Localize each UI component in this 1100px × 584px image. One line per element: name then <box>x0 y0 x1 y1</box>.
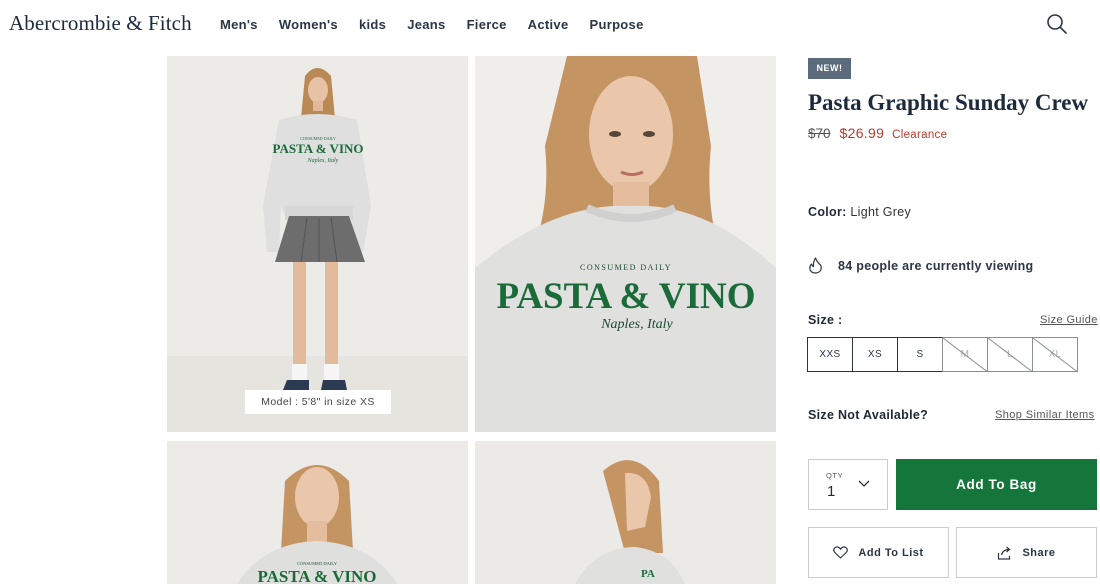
share-icon <box>998 546 1011 560</box>
print-small-text: CONSUMED DAILY <box>580 263 672 272</box>
print-script-text: Naples, Italy <box>600 317 673 332</box>
svg-text:CONSUMED DAILY: CONSUMED DAILY <box>297 561 338 566</box>
product-image-full-body[interactable]: CONSUMED DAILY PASTA & VINO Naples, Ital… <box>167 56 468 432</box>
nav-item-fierce[interactable]: Fierce <box>467 17 507 32</box>
nav-item-womens[interactable]: Women's <box>279 17 338 32</box>
svg-text:PASTA & VINO: PASTA & VINO <box>257 567 376 584</box>
nav-item-mens[interactable]: Men's <box>220 17 258 32</box>
size-option-l[interactable]: L <box>987 337 1033 372</box>
nav-item-jeans[interactable]: Jeans <box>407 17 445 32</box>
color-value: Light Grey <box>850 205 912 219</box>
main-nav: Men's Women's kids Jeans Fierce Active P… <box>220 17 665 32</box>
product-image-closeup[interactable]: CONSUMED DAILY PASTA & VINO Naples, Ital… <box>475 56 776 432</box>
share-button[interactable]: Share <box>956 527 1097 578</box>
add-to-bag-button[interactable]: Add To Bag <box>896 459 1097 510</box>
viewing-count-text: 84 people are currently viewing <box>838 258 1034 273</box>
product-title: Pasta Graphic Sunday Crew <box>808 90 1089 115</box>
size-selector: XXS XS S M L XL <box>807 337 1078 372</box>
size-option-xxs[interactable]: XXS <box>807 337 853 372</box>
nav-item-active[interactable]: Active <box>528 17 569 32</box>
quantity-select[interactable]: QTY 1 <box>808 459 888 510</box>
nav-item-purpose[interactable]: Purpose <box>590 17 644 32</box>
product-gallery: CONSUMED DAILY PASTA & VINO Naples, Ital… <box>167 56 776 584</box>
size-guide-link[interactable]: Size Guide <box>1040 314 1098 326</box>
shop-similar-link[interactable]: Shop Similar Items <box>995 409 1095 421</box>
viewing-indicator: 84 people are currently viewing <box>808 257 1033 274</box>
product-image-front[interactable]: CONSUMED DAILY PASTA & VINO <box>167 441 468 584</box>
size-option-s[interactable]: S <box>897 337 943 372</box>
share-label: Share <box>1022 546 1056 559</box>
quantity-value: 1 <box>827 483 836 500</box>
color-row: Color: Light Grey <box>808 205 911 219</box>
chevron-down-icon <box>858 480 870 487</box>
color-label: Color: <box>808 205 847 219</box>
size-option-m[interactable]: M <box>942 337 988 372</box>
search-icon[interactable] <box>1045 12 1069 36</box>
heart-icon <box>833 546 849 559</box>
quantity-label: QTY <box>826 471 844 480</box>
new-badge: NEW! <box>808 58 851 79</box>
size-option-xs[interactable]: XS <box>852 337 898 372</box>
svg-text:PA: PA <box>641 568 655 580</box>
brand-logo[interactable]: Abercrombie & Fitch <box>9 11 192 36</box>
flame-icon <box>809 257 822 274</box>
print-big-text: PASTA & VINO <box>496 276 755 317</box>
add-to-list-label: Add To List <box>858 546 924 559</box>
product-image-side[interactable]: PA <box>475 441 776 584</box>
add-to-list-button[interactable]: Add To List <box>808 527 949 578</box>
model-size-caption: Model : 5'8" in size XS <box>245 390 391 414</box>
nav-item-kids[interactable]: kids <box>359 17 386 32</box>
clearance-tag: Clearance <box>892 129 948 141</box>
size-label: Size : <box>808 313 843 327</box>
price-row: $70 $26.99 Clearance <box>808 125 947 141</box>
svg-text:Naples, Italy: Naples, Italy <box>307 158 339 164</box>
print-text: PASTA & VINO <box>272 141 363 156</box>
size-option-xl[interactable]: XL <box>1032 337 1078 372</box>
size-not-available-label: Size Not Available? <box>808 408 929 422</box>
site-header: Abercrombie & Fitch Men's Women's kids J… <box>0 0 1100 50</box>
original-price: $70 <box>808 126 831 141</box>
sale-price: $26.99 <box>839 125 885 141</box>
